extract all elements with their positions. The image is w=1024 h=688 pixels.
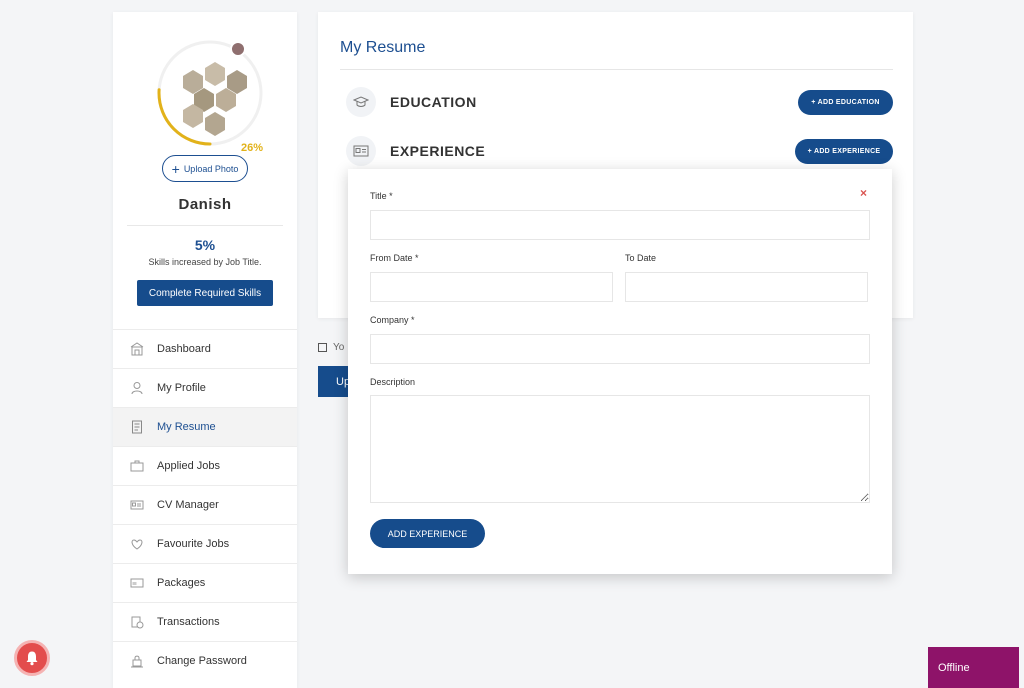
to-date-label: To Date [625,253,657,263]
company-label: Company * [370,315,415,325]
sidebar-nav: Dashboard My Profile My Resume Applied J… [113,329,297,680]
sidebar-item-label: Favourite Jobs [157,538,230,550]
title-input[interactable] [370,210,870,240]
plus-icon: + [171,160,180,177]
package-icon [129,575,145,591]
avatar[interactable] [155,38,265,148]
user-icon [129,380,145,396]
sidebar-item-cv-manager[interactable]: CV Manager [113,485,297,524]
close-icon[interactable]: × [860,186,867,200]
education-section: EDUCATION + ADD EDUCATION [346,86,893,118]
company-input[interactable] [370,334,870,364]
transactions-icon [129,614,145,630]
sidebar-item-label: Change Password [157,655,247,667]
upload-photo-label: Upload Photo [183,163,239,174]
submit-experience-button[interactable]: ADD EXPERIENCE [370,519,485,548]
notification-bell[interactable] [14,640,50,676]
checkbox-label: Yo [333,342,345,353]
education-title: EDUCATION [390,94,477,110]
page-title: My Resume [340,39,426,56]
sidebar-item-favourite-jobs[interactable]: Favourite Jobs [113,524,297,563]
heart-icon [129,536,145,552]
graduation-cap-icon [346,87,376,117]
description-textarea[interactable] [370,395,870,503]
add-education-button[interactable]: + ADD EDUCATION [798,89,893,115]
sidebar-item-packages[interactable]: Packages [113,563,297,602]
experience-title: EXPERIENCE [390,143,486,159]
sidebar-item-change-password[interactable]: Change Password [113,641,297,680]
sidebar-item-label: CV Manager [157,499,219,511]
profile-sidebar: 26% + Upload Photo Danish 5% Skills incr… [113,12,297,688]
hexagon-avatar-image [183,62,247,136]
sidebar-item-label: Packages [157,577,206,589]
title-label: Title * [370,191,393,201]
sidebar-item-label: Transactions [157,616,220,628]
sidebar-item-my-resume[interactable]: My Resume [113,407,297,446]
to-date-input[interactable] [625,272,868,302]
skills-percent: 5% [194,237,216,253]
checkbox-row[interactable]: Yo [318,342,344,353]
add-experience-modal: × Title * From Date * To Date Company * … [348,169,892,574]
upload-photo-button[interactable]: + Upload Photo [162,155,248,182]
id-card-icon [129,497,145,513]
description-label: Description [370,377,416,387]
sidebar-item-label: Applied Jobs [157,460,220,472]
skills-text: Skills increased by Job Title. [148,257,262,267]
sidebar-item-my-profile[interactable]: My Profile [113,368,297,407]
lock-icon [129,653,145,669]
sidebar-item-label: My Resume [157,421,216,433]
sidebar-item-label: Dashboard [157,343,211,355]
chat-status-label: Offline [938,661,970,674]
id-card-icon [346,136,376,166]
sidebar-item-transactions[interactable]: Transactions [113,602,297,641]
chat-status-widget[interactable]: Offline [928,647,1019,688]
divider [127,225,283,226]
sidebar-item-applied-jobs[interactable]: Applied Jobs [113,446,297,485]
complete-skills-button[interactable]: Complete Required Skills [137,280,273,306]
bell-icon [26,651,38,666]
completion-percent: 26% [241,142,264,154]
checkbox[interactable] [318,343,327,352]
add-experience-button[interactable]: + ADD EXPERIENCE [795,138,893,164]
briefcase-icon [129,458,145,474]
experience-section: EXPERIENCE + ADD EXPERIENCE [346,135,893,167]
sidebar-item-dashboard[interactable]: Dashboard [113,329,297,368]
completion-ring [157,40,263,146]
user-name: Danish [178,196,232,213]
from-date-input[interactable] [370,272,613,302]
divider [340,69,893,70]
from-date-label: From Date * [370,253,419,263]
status-dot [230,41,246,57]
document-icon [129,419,145,435]
dashboard-icon [129,341,145,357]
sidebar-item-label: My Profile [157,382,206,394]
